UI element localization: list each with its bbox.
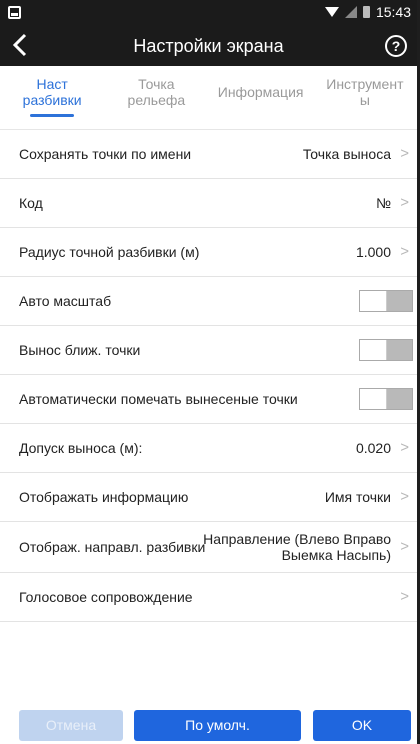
setting-value: 0.020 <box>355 440 391 456</box>
setting-direction-display[interactable]: Отображ. направл. разбивки Направление (… <box>0 522 417 573</box>
tab-bar: Наст разбивки Точка рельефа Информация И… <box>0 66 417 130</box>
toggle-knob <box>360 291 387 311</box>
signal-icon <box>344 6 357 18</box>
setting-value: Имя точки <box>324 489 391 505</box>
help-icon[interactable]: ? <box>385 35 407 57</box>
status-time: 15:43 <box>375 4 411 20</box>
wifi-icon <box>324 7 339 17</box>
chevron-right-icon: > <box>400 194 409 211</box>
setting-label: Отображать информацию <box>19 489 189 505</box>
setting-label: Отображ. направл. разбивки <box>19 539 206 555</box>
setting-voice-guidance[interactable]: Голосовое сопровождение > <box>0 573 417 622</box>
setting-stakeout-tolerance[interactable]: Допуск выноса (м): 0.020 > <box>0 424 417 473</box>
setting-save-points-by-name[interactable]: Сохранять точки по имени Точка выноса > <box>0 130 417 179</box>
setting-value: Направление (Влево Вправо Выемка Насыпь) <box>203 531 391 563</box>
setting-auto-mark-points: Автоматически помечать вынесеные точки <box>0 375 417 424</box>
chevron-right-icon: > <box>400 488 409 505</box>
ok-button[interactable]: OK <box>313 710 411 741</box>
chevron-right-icon: > <box>400 243 409 260</box>
auto-mark-toggle[interactable] <box>359 388 413 410</box>
settings-list: Сохранять точки по имени Точка выноса > … <box>0 130 417 622</box>
toggle-knob <box>360 389 387 409</box>
setting-label: Допуск выноса (м): <box>19 440 143 456</box>
auto-scale-toggle[interactable] <box>359 290 413 312</box>
page-title: Настройки экрана <box>133 36 284 56</box>
active-tab-indicator <box>30 114 75 117</box>
setting-value: 1.000 <box>355 244 391 260</box>
setting-label: Сохранять точки по имени <box>19 146 192 162</box>
setting-value-line: Направление (Влево Вправо <box>203 531 391 547</box>
setting-nearest-point: Вынос ближ. точки <box>0 326 417 375</box>
battery-icon <box>362 6 370 18</box>
setting-label: Автоматически помечать вынесеные точки <box>19 391 298 407</box>
default-button[interactable]: По умолч. <box>134 710 301 741</box>
setting-label: Радиус точной разбивки (м) <box>19 244 200 260</box>
tab-stakeout-settings[interactable]: Наст разбивки <box>0 66 104 129</box>
tab-terrain-point[interactable]: Точка рельефа <box>104 66 208 129</box>
tab-label: Наст разбивки <box>22 76 82 108</box>
setting-label: Код <box>19 195 43 211</box>
chevron-right-icon: > <box>400 439 409 456</box>
setting-label: Голосовое сопровождение <box>19 589 193 605</box>
chevron-right-icon: > <box>400 145 409 162</box>
setting-value-line: Выемка Насыпь) <box>281 547 391 563</box>
chevron-right-icon: > <box>400 538 409 555</box>
tab-tools[interactable]: Инструмент ы <box>313 66 417 129</box>
setting-label: Авто масштаб <box>19 293 112 309</box>
toggle-knob <box>360 340 387 360</box>
screen: 15:43 Настройки экрана ? Наст разбивки Т… <box>0 0 420 744</box>
setting-code[interactable]: Код № > <box>0 179 417 228</box>
sim-card-icon <box>8 6 21 19</box>
status-icons: 15:43 <box>324 4 411 20</box>
status-bar: 15:43 <box>0 0 417 26</box>
tab-label: Информация <box>217 84 304 100</box>
footer-buttons: Отмена По умолч. OK <box>0 704 417 744</box>
setting-auto-scale: Авто масштаб <box>0 277 417 326</box>
setting-precise-radius[interactable]: Радиус точной разбивки (м) 1.000 > <box>0 228 417 277</box>
cancel-button[interactable]: Отмена <box>19 710 123 741</box>
setting-value: № <box>375 195 391 211</box>
setting-label: Вынос ближ. точки <box>19 342 141 358</box>
chevron-right-icon: > <box>400 588 409 605</box>
tab-information[interactable]: Информация <box>209 66 313 129</box>
title-bar: Настройки экрана ? <box>0 26 417 66</box>
setting-value: Точка выноса <box>302 146 391 162</box>
tab-label: Инструмент ы <box>326 76 404 108</box>
nearest-point-toggle[interactable] <box>359 339 413 361</box>
setting-display-info[interactable]: Отображать информацию Имя точки > <box>0 473 417 522</box>
tab-label: Точка рельефа <box>127 76 186 108</box>
